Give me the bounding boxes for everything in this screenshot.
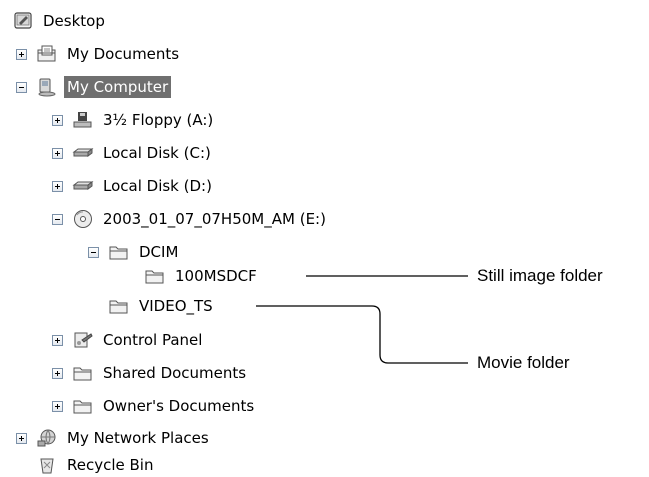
- movie-folder-leader-line: [256, 305, 468, 364]
- movie-folder-callout: Movie folder: [477, 353, 570, 372]
- callout-lines: [256, 275, 468, 364]
- still-image-folder-callout: Still image folder: [477, 266, 603, 285]
